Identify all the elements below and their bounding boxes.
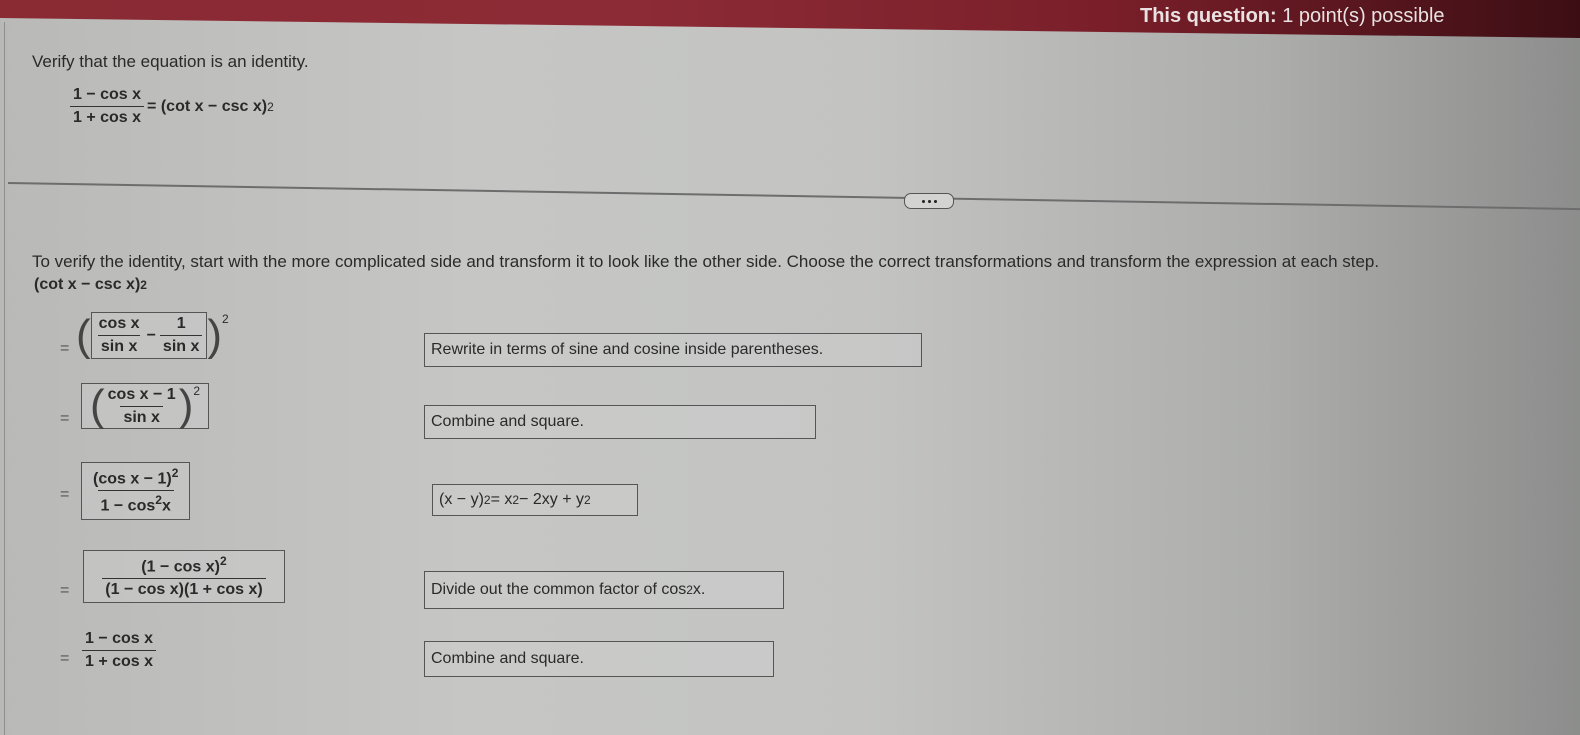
step-2-answer-box[interactable]: ( cos x − 1 sin x ) 2 [81,383,210,429]
equals-sign: = [60,340,70,357]
step-1-expression[interactable]: ( cos x sin x − 1 sin x ) 2 [76,312,229,359]
start-expression: (cot x − csc x) 2 [34,276,147,293]
step-3-answer-box[interactable]: (cos x − 1)2 1 − cos2x [81,462,191,520]
step-1-answer-box[interactable]: cos x sin x − 1 sin x [90,312,208,359]
equals-sign: = [60,582,70,599]
step-4-answer-box[interactable]: (1 − cos x)2 (1 − cos x)(1 + cos x) [83,550,285,604]
step-5-reason-select[interactable]: Combine and square. [424,641,774,677]
expand-more-button[interactable] [904,193,954,209]
question-prompt: Verify that the equation is an identity. [32,52,309,71]
step-3-reason-select[interactable]: (x − y) 2 = x2 − 2xy + y2 [432,484,638,516]
equals-sign: = [60,486,70,503]
equals-sign: = [60,410,70,427]
step-1-reason-select[interactable]: Rewrite in terms of sine and cosine insi… [424,333,922,367]
ellipsis-icon [921,199,925,203]
step-2-reason-select[interactable]: Combine and square. [424,405,816,439]
equals-sign: = [60,650,70,667]
step-4-reason-select[interactable]: Divide out the common factor of cos 2 x. [424,571,784,609]
instructions-text: To verify the identity, start with the m… [32,252,1380,271]
section-divider [7,182,1580,210]
points-label: This question: 1 point(s) possible [1140,5,1445,27]
left-border [4,22,5,735]
step-5-expression: 1 − cos x1 + cos x [82,630,157,671]
identity-equation: 1 − cos x 1 + cos x = (cot x − csc x) 2 [70,86,274,127]
